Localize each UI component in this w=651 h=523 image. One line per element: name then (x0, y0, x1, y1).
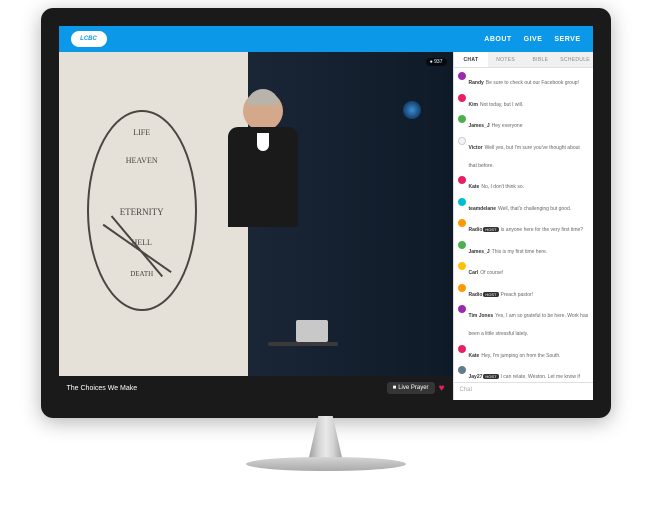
message-author: Tim Jones (469, 313, 494, 319)
message-text: This is my first time here. (492, 249, 548, 255)
message-text: Well, that's challenging but good. (498, 206, 571, 212)
monitor-frame: LCBC ABOUT GIVE SERVE LIFE HEAVEN ETERNI… (41, 8, 611, 418)
message-author: Kate (469, 184, 480, 190)
message-author: Kim (469, 102, 478, 108)
chat-message: CarlOf course! (458, 261, 589, 279)
video-title: The Choices We Make (67, 385, 138, 392)
laptop (296, 320, 328, 342)
chat-message: KateNo, I don't think so. (458, 175, 589, 193)
chat-message: Jay27HOSTI can relate, Weston. Let me kn… (458, 365, 589, 382)
message-text: Be sure to check out our Facebook group! (486, 80, 579, 86)
chat-messages[interactable]: RandyBe sure to check out our Facebook g… (454, 68, 593, 382)
message-text: Preach pastor! (501, 292, 534, 298)
wb-life: LIFE (89, 128, 195, 137)
sidebar-tabs: CHAT NOTES BIBLE SCHEDULE (454, 52, 593, 68)
chat-input[interactable]: Chat (454, 382, 593, 400)
viewer-count: ● 937 (426, 58, 447, 66)
chat-message: teamdelaneWell, that's challenging but g… (458, 197, 589, 215)
chat-message: James_JThis is my first time here. (458, 240, 589, 258)
message-author: teamdelane (469, 206, 497, 212)
avatar (458, 72, 466, 80)
avatar (458, 219, 466, 227)
chat-message: VictorWell yes, but I'm sure you've thou… (458, 136, 589, 172)
video-player[interactable]: LIFE HEAVEN ETERNITY HELL DEATH ● 937 (59, 52, 453, 376)
message-text: Hey everyone (492, 123, 523, 129)
avatar (458, 284, 466, 292)
speaker-head (243, 91, 283, 131)
message-author: Carl (469, 270, 479, 276)
heart-icon[interactable]: ♥ (439, 383, 445, 394)
avatar (458, 176, 466, 184)
avatar (458, 241, 466, 249)
monitor-stand (286, 416, 366, 471)
podium (248, 326, 338, 376)
app-header: LCBC ABOUT GIVE SERVE (59, 26, 593, 52)
avatar (458, 345, 466, 353)
message-text: Hey, I'm jumping on from the South. (481, 353, 560, 359)
wb-death: DEATH (89, 270, 195, 278)
chat-message: RadioHOSTPreach pastor! (458, 283, 589, 301)
wb-hell: HELL (89, 238, 195, 247)
wb-eternity: ETERNITY (89, 207, 195, 217)
message-author: James_J (469, 249, 490, 255)
message-author: Kate (469, 353, 480, 359)
tab-chat[interactable]: CHAT (454, 52, 489, 67)
video-section: LIFE HEAVEN ETERNITY HELL DEATH ● 937 Th… (59, 52, 453, 400)
message-author: James_J (469, 123, 490, 129)
tab-bible[interactable]: BIBLE (523, 52, 558, 67)
avatar (458, 137, 466, 145)
chat-message: RandyBe sure to check out our Facebook g… (458, 71, 589, 89)
lcbc-logo[interactable]: LCBC (71, 31, 107, 47)
live-prayer-button[interactable]: ■ Live Prayer (387, 382, 435, 394)
message-author: Radio (469, 227, 483, 233)
message-author: Radio (469, 292, 483, 298)
message-text: No, I don't think so. (481, 184, 524, 190)
message-text: Of course! (480, 270, 503, 276)
nav-serve[interactable]: SERVE (554, 36, 580, 43)
message-author: Randy (469, 80, 484, 86)
message-text: Is anyone here for the very first time? (501, 227, 584, 233)
chat-message: KateHey, I'm jumping on from the South. (458, 344, 589, 362)
whiteboard-circle: LIFE HEAVEN ETERNITY HELL DEATH (87, 110, 197, 311)
video-controls: The Choices We Make ■ Live Prayer ♥ (59, 376, 453, 400)
chat-message: James_JHey everyone (458, 114, 589, 132)
host-badge: HOST (483, 374, 498, 379)
avatar (458, 198, 466, 206)
main-content: LIFE HEAVEN ETERNITY HELL DEATH ● 937 Th… (59, 52, 593, 400)
message-author: Jay27 (469, 374, 483, 380)
top-nav: ABOUT GIVE SERVE (484, 36, 580, 43)
avatar (458, 94, 466, 102)
tab-schedule[interactable]: SCHEDULE (558, 52, 593, 67)
avatar (458, 115, 466, 123)
avatar (458, 262, 466, 270)
host-badge: HOST (483, 227, 498, 232)
chat-sidebar: CHAT NOTES BIBLE SCHEDULE RandyBe sure t… (453, 52, 593, 400)
avatar (458, 366, 466, 374)
chat-message: KimNot today, but I will. (458, 93, 589, 111)
avatar (458, 305, 466, 313)
nav-give[interactable]: GIVE (524, 36, 543, 43)
chat-message: RadioHOSTIs anyone here for the very fir… (458, 218, 589, 236)
wb-heaven: HEAVEN (89, 156, 195, 165)
tab-notes[interactable]: NOTES (488, 52, 523, 67)
speaker-body (228, 127, 298, 227)
chat-message: Tim JonesYes, I am so grateful to be her… (458, 304, 589, 340)
host-badge: HOST (483, 292, 498, 297)
screen: LCBC ABOUT GIVE SERVE LIFE HEAVEN ETERNI… (59, 26, 593, 400)
stage-light (403, 101, 421, 119)
message-text: Well yes, but I'm sure you've thought ab… (469, 145, 580, 169)
nav-about[interactable]: ABOUT (484, 36, 511, 43)
message-author: Victor (469, 145, 483, 151)
message-text: Not today, but I will. (480, 102, 523, 108)
